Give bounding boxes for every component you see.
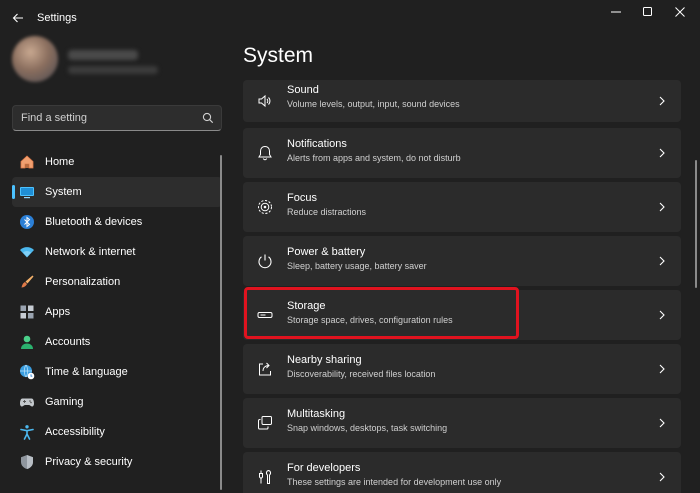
sidebar-item-accessibility[interactable]: Accessibility xyxy=(12,417,222,447)
active-indicator xyxy=(12,185,15,199)
brush-icon xyxy=(18,273,36,291)
sidebar-item-label: System xyxy=(45,186,82,198)
speaker-icon xyxy=(255,91,275,111)
sidebar-item-system[interactable]: System xyxy=(12,177,222,207)
chevron-right-icon xyxy=(659,310,665,320)
sidebar-item-privacy[interactable]: Privacy & security xyxy=(12,447,222,477)
developer-icon xyxy=(255,467,275,487)
sidebar-item-label: Gaming xyxy=(45,396,84,408)
chevron-right-icon xyxy=(659,472,665,482)
sidebar-item-gaming[interactable]: Gaming xyxy=(12,387,222,417)
card-subtitle: Alerts from apps and system, do not dist… xyxy=(287,153,461,163)
card-multitasking[interactable]: Multitasking Snap windows, desktops, tas… xyxy=(243,398,681,448)
sidebar-item-label: Apps xyxy=(45,306,71,318)
card-subtitle: Reduce distractions xyxy=(287,207,367,217)
title-bar: Settings xyxy=(0,0,700,36)
sidebar-item-apps[interactable]: Apps xyxy=(12,297,222,327)
card-title: Sound xyxy=(287,84,319,96)
sidebar-item-label: Bluetooth & devices xyxy=(45,216,143,228)
user-name-blurred xyxy=(68,50,138,60)
card-subtitle: Snap windows, desktops, task switching xyxy=(287,423,448,433)
minimize-icon xyxy=(611,11,621,13)
sidebar-item-label: Home xyxy=(45,156,75,168)
card-title: Focus xyxy=(287,192,317,204)
bluetooth-icon xyxy=(18,213,36,231)
user-email-blurred xyxy=(68,66,158,74)
shield-icon xyxy=(18,453,36,471)
sidebar-item-label: Accessibility xyxy=(45,426,105,438)
card-title: Nearby sharing xyxy=(287,354,362,366)
card-subtitle: Sleep, battery usage, battery saver xyxy=(287,261,427,271)
chevron-right-icon xyxy=(659,418,665,428)
card-subtitle: Volume levels, output, input, sound devi… xyxy=(287,99,460,109)
search-input[interactable] xyxy=(13,106,193,130)
card-power-battery[interactable]: Power & battery Sleep, battery usage, ba… xyxy=(243,236,681,286)
card-notifications[interactable]: Notifications Alerts from apps and syste… xyxy=(243,128,681,178)
chevron-right-icon xyxy=(659,148,665,158)
gamepad-icon xyxy=(18,393,36,411)
accounts-icon xyxy=(18,333,36,351)
sidebar-item-label: Personalization xyxy=(45,276,121,288)
chevron-right-icon xyxy=(659,364,665,374)
back-button[interactable] xyxy=(6,6,30,30)
sidebar-item-label: Network & internet xyxy=(45,246,136,258)
sidebar-item-accounts[interactable]: Accounts xyxy=(12,327,222,357)
search-icon[interactable] xyxy=(201,111,215,125)
close-button[interactable] xyxy=(660,0,700,24)
share-icon xyxy=(255,359,275,379)
sidebar-item-home[interactable]: Home xyxy=(12,147,222,177)
sidebar-item-bluetooth[interactable]: Bluetooth & devices xyxy=(12,207,222,237)
back-arrow-icon xyxy=(12,13,23,23)
accessibility-icon xyxy=(18,423,36,441)
sidebar-item-time-language[interactable]: Time & language xyxy=(12,357,222,387)
sidebar-nav: Home System Bluetooth & devices Network … xyxy=(12,147,222,477)
sidebar-scrollbar[interactable] xyxy=(220,155,222,490)
power-icon xyxy=(255,251,275,271)
sidebar-item-label: Accounts xyxy=(45,336,91,348)
card-focus[interactable]: Focus Reduce distractions xyxy=(243,182,681,232)
user-profile[interactable] xyxy=(12,36,212,86)
multitasking-icon xyxy=(255,413,275,433)
bell-icon xyxy=(255,143,275,163)
apps-icon xyxy=(18,303,36,321)
card-sound[interactable]: Sound Volume levels, output, input, soun… xyxy=(243,80,681,122)
chevron-right-icon xyxy=(659,96,665,106)
main-scrollbar[interactable] xyxy=(695,160,697,288)
settings-list: Sound Volume levels, output, input, soun… xyxy=(243,72,681,493)
storage-highlight-box xyxy=(244,287,519,339)
maximize-icon xyxy=(643,7,652,16)
close-icon xyxy=(675,7,685,17)
sidebar-item-personalization[interactable]: Personalization xyxy=(12,267,222,297)
chevron-right-icon xyxy=(659,256,665,266)
wifi-icon xyxy=(18,243,36,261)
card-title: Notifications xyxy=(287,138,347,150)
avatar xyxy=(12,36,58,82)
card-title: For developers xyxy=(287,462,361,474)
focus-icon xyxy=(255,197,275,217)
globe-clock-icon xyxy=(18,363,36,381)
sidebar-item-label: Privacy & security xyxy=(45,456,133,468)
system-icon xyxy=(18,183,36,201)
sidebar-item-network[interactable]: Network & internet xyxy=(12,237,222,267)
card-title: Multitasking xyxy=(287,408,346,420)
card-nearby-sharing[interactable]: Nearby sharing Discoverability, received… xyxy=(243,344,681,394)
card-for-developers[interactable]: For developers These settings are intend… xyxy=(243,452,681,493)
page-title: System xyxy=(243,44,314,67)
card-subtitle: These settings are intended for developm… xyxy=(287,477,502,487)
chevron-right-icon xyxy=(659,202,665,212)
search-box[interactable] xyxy=(12,105,222,131)
app-title: Settings xyxy=(37,12,77,24)
card-title: Power & battery xyxy=(287,246,366,258)
home-icon xyxy=(18,153,36,171)
card-subtitle: Discoverability, received files location xyxy=(287,369,436,379)
sidebar-item-label: Time & language xyxy=(45,366,128,378)
